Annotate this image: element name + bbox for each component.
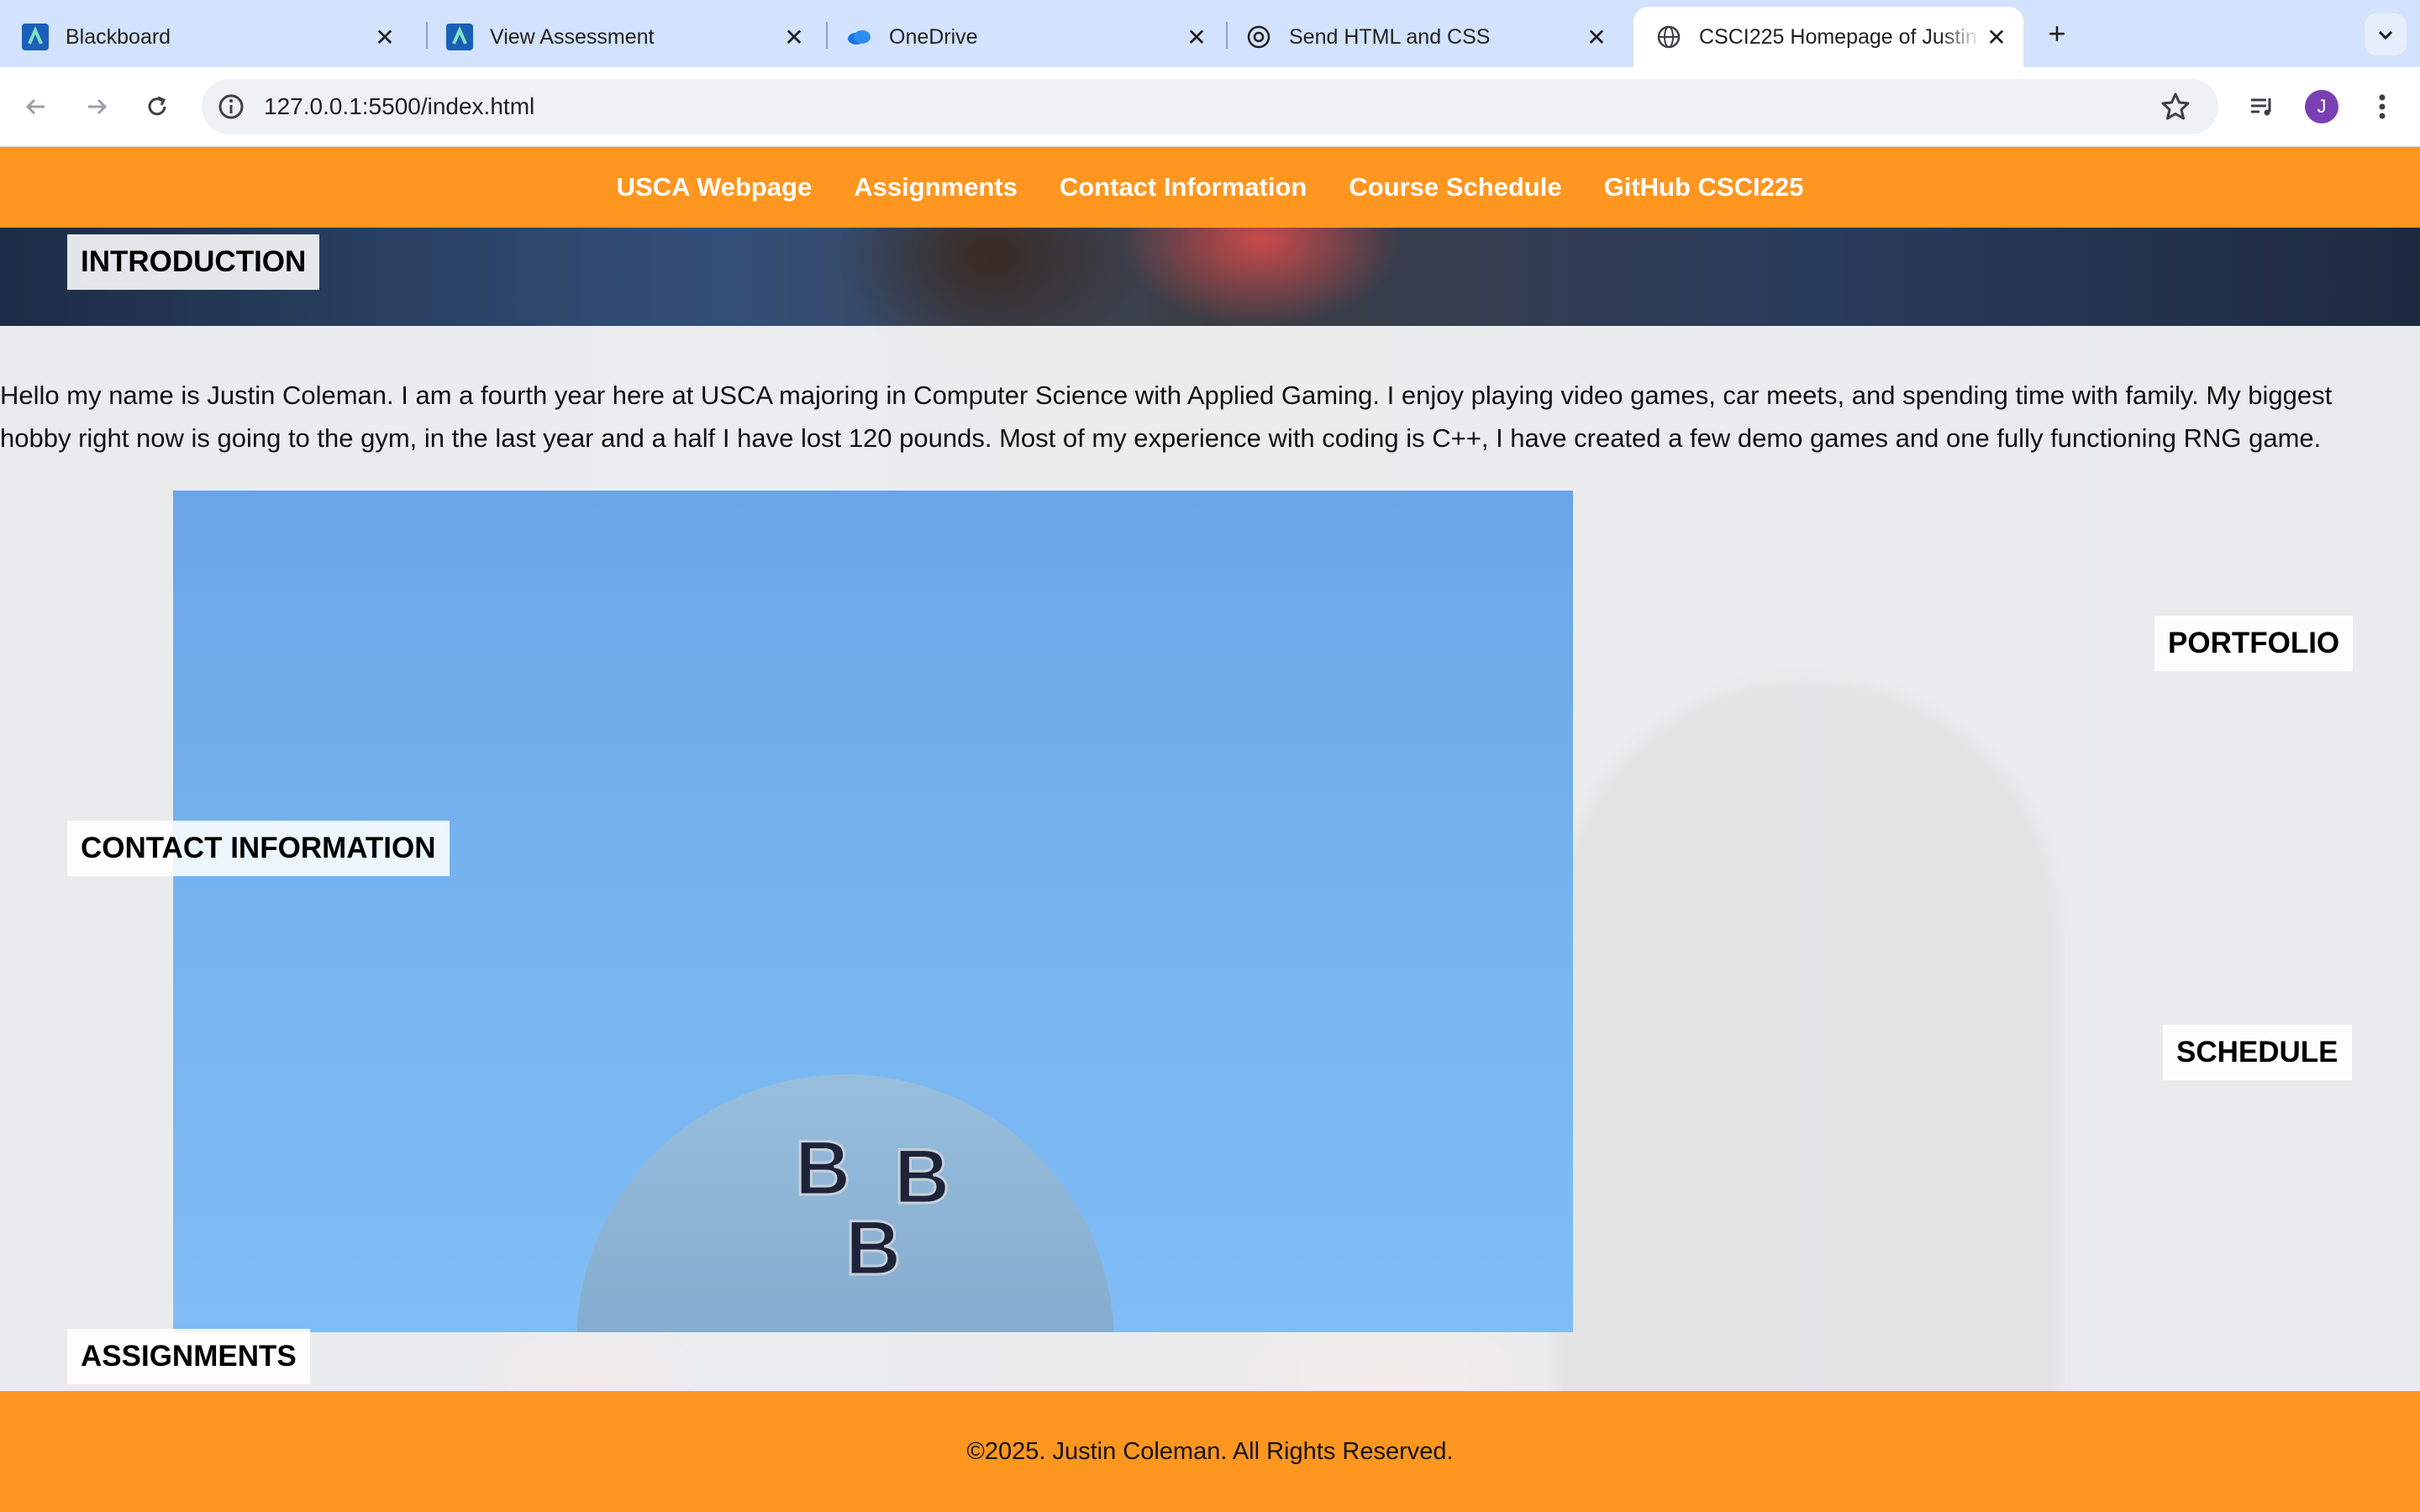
tab-blackboard[interactable]: Blackboard ✕ xyxy=(0,7,412,67)
tab-onedrive[interactable]: OneDrive ✕ xyxy=(823,7,1223,67)
back-button[interactable] xyxy=(17,87,55,126)
nav-link-usca-webpage[interactable]: USCA Webpage xyxy=(617,172,813,202)
address-bar[interactable]: 127.0.0.1:5500/index.html xyxy=(202,79,2218,134)
profile-button[interactable]: J xyxy=(2302,87,2341,126)
chevron-down-icon xyxy=(2378,30,2393,40)
nav-link-contact-information[interactable]: Contact Information xyxy=(1060,172,1307,202)
arrow-right-icon xyxy=(88,98,108,115)
site-navigation: USCA Webpage Assignments Contact Informa… xyxy=(0,147,2420,228)
kebab-menu-icon xyxy=(2379,94,2386,119)
browser-toolbar: 127.0.0.1:5500/index.html J xyxy=(0,67,2420,147)
page-viewport: USCA Webpage Assignments Contact Informa… xyxy=(0,147,2420,1512)
close-icon[interactable]: ✕ xyxy=(779,22,809,52)
tab-search-button[interactable] xyxy=(2365,13,2407,55)
tab-send-html-css[interactable]: Send HTML and CSS ✕ xyxy=(1223,7,1623,67)
blackboard-icon xyxy=(22,24,49,50)
tab-title: CSCI225 Homepage of Justin xyxy=(1699,24,1977,49)
browser-menu-button[interactable] xyxy=(2363,87,2402,126)
media-controls-button[interactable] xyxy=(2244,87,2282,126)
tab-bar: Blackboard ✕ View Assessment ✕ OneDrive … xyxy=(0,0,2420,67)
blackboard-icon xyxy=(446,24,473,50)
nav-link-github[interactable]: GitHub CSCI225 xyxy=(1604,172,1804,202)
bookmark-star-icon[interactable] xyxy=(2160,91,2191,123)
site-footer: ©2025. Justin Coleman. All Rights Reserv… xyxy=(0,1391,2420,1512)
close-icon[interactable]: ✕ xyxy=(1581,22,1612,52)
chatgpt-icon xyxy=(1245,24,1272,50)
section-heading-portfolio: PORTFOLIO xyxy=(2154,616,2354,671)
tab-csci225-homepage[interactable]: CSCI225 Homepage of Justin ✕ xyxy=(1634,7,2023,67)
nav-link-course-schedule[interactable]: Course Schedule xyxy=(1349,172,1561,202)
media-queue-icon xyxy=(2251,98,2271,116)
url-text[interactable]: 127.0.0.1:5500/index.html xyxy=(264,93,534,120)
arrow-left-icon xyxy=(25,98,45,115)
close-icon[interactable]: ✕ xyxy=(1181,22,1212,52)
tab-title: View Assessment xyxy=(490,24,655,49)
section-heading-schedule: SCHEDULE xyxy=(2163,1025,2352,1080)
section-heading-assignments: ASSIGNMENTS xyxy=(67,1329,310,1384)
site-info-icon[interactable] xyxy=(217,92,245,121)
section-heading-contact-information: CONTACT INFORMATION xyxy=(67,821,450,876)
forward-button[interactable] xyxy=(77,87,116,126)
tab-view-assessment[interactable]: View Assessment ✕ xyxy=(424,7,821,67)
section-heading-introduction: INTRODUCTION xyxy=(67,234,320,290)
nav-link-assignments[interactable]: Assignments xyxy=(854,172,1018,202)
tab-title: OneDrive xyxy=(889,24,978,49)
cap-logo-letter: B xyxy=(844,1205,902,1293)
tab-title: Blackboard xyxy=(66,24,171,49)
reload-icon xyxy=(148,96,166,116)
reload-button[interactable] xyxy=(138,87,176,126)
cap-logo-letter: B xyxy=(793,1125,851,1213)
cap-logo-letter: B xyxy=(892,1133,950,1221)
new-tab-button[interactable]: + xyxy=(2040,17,2074,50)
background-player-silhouette xyxy=(1555,679,2059,1435)
intro-paragraph: Hello my name is Justin Coleman. I am a … xyxy=(0,381,2333,453)
onedrive-icon xyxy=(845,24,872,50)
close-icon[interactable]: ✕ xyxy=(370,22,400,52)
avatar: J xyxy=(2305,90,2338,123)
tab-title: Send HTML and CSS xyxy=(1289,24,1491,49)
profile-photo: B B B xyxy=(173,491,1573,1332)
globe-icon xyxy=(1655,24,1682,50)
close-icon[interactable]: ✕ xyxy=(1981,22,2012,52)
copyright-text: ©2025. Justin Coleman. All Rights Reserv… xyxy=(966,1437,1454,1465)
